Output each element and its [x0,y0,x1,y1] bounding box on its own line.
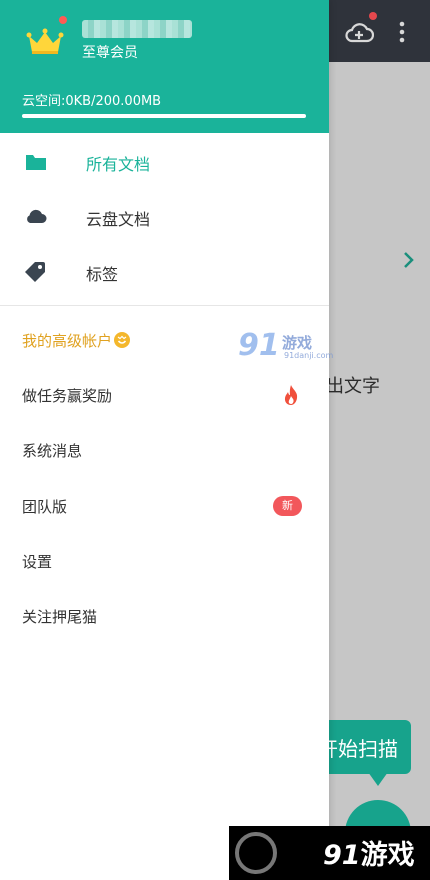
drawer-header: 至尊会员 云空间:0KB/200.00MB [0,0,329,133]
menu-item-label: 做任务赢奖励 [22,387,113,405]
cloud-icon [27,209,47,223]
watermark-logo-number: 91 [238,328,280,363]
smile-badge-icon [114,332,131,348]
notification-dot [369,12,377,20]
new-badge: 新 [273,496,302,516]
watermark-url: 91danji.com [284,351,334,360]
chevron-right-icon [404,252,414,268]
menu-item-label: 设置 [22,553,53,571]
nav-item-label: 标签 [86,265,119,284]
fire-icon [284,385,298,405]
storage-progress-fill [22,114,306,118]
watermark-center: 91 游戏 91danji.com [238,328,336,368]
watermark-circle-logo [235,832,277,874]
background-partial-text: 出文字 [326,376,380,397]
watermark-bottom-bar: 91游戏 [229,826,430,880]
watermark-bottom-logo: 91游戏 [323,840,415,871]
member-level-label: 至尊会员 [82,45,138,61]
more-options-icon[interactable] [396,20,408,44]
menu-item-settings[interactable]: 设置 [0,534,329,589]
nav-item-tags[interactable]: 标签 [0,245,329,300]
menu-item-label: 关注押尾猫 [22,608,98,626]
cloud-add-icon[interactable] [344,19,374,45]
scan-tooltip-tail [368,772,388,786]
storage-progress-bar [22,114,306,118]
nav-item-all-documents[interactable]: 所有文档 [0,135,329,190]
menu-item-label: 团队版 [22,498,68,516]
navigation-drawer: 至尊会员 云空间:0KB/200.00MB 所有文档 云盘文档 标签 我的高级帐… [0,0,329,880]
nav-item-cloud-documents[interactable]: 云盘文档 [0,190,329,245]
cloud-storage-text: 云空间:0KB/200.00MB [22,94,162,109]
notification-dot [59,16,67,24]
watermark-logo-text: 游戏 [282,334,313,352]
nav-item-label: 云盘文档 [86,210,151,229]
menu-item-team-edition[interactable]: 团队版 新 [0,479,329,534]
menu-item-follow[interactable]: 关注押尾猫 [0,589,329,644]
username-blurred [82,20,192,38]
crown-icon[interactable] [26,28,64,56]
menu-item-label: 系统消息 [22,442,83,460]
nav-item-label: 所有文档 [86,155,151,174]
menu-item-task-rewards[interactable]: 做任务赢奖励 [0,368,329,423]
drawer-divider [0,305,329,306]
tag-icon [25,262,45,282]
folder-icon [26,155,46,170]
menu-item-system-messages[interactable]: 系统消息 [0,423,329,478]
menu-item-label: 我的高级帐户 [22,330,131,351]
